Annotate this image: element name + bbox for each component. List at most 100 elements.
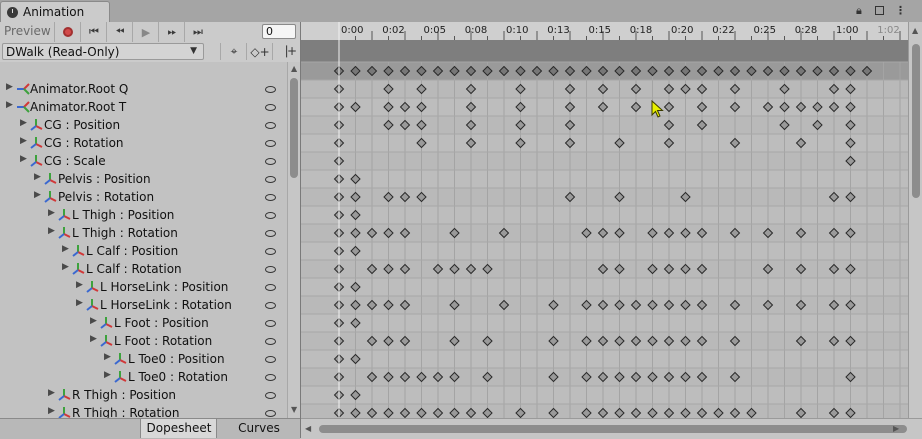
first-keyframe-button[interactable]: ⏮︎ <box>80 22 107 42</box>
eye-icon[interactable] <box>265 176 276 183</box>
expand-arrow-icon[interactable]: ▶ <box>20 136 27 146</box>
property-list-scrollbar[interactable]: ▲ ▼ <box>287 62 301 418</box>
property-row[interactable]: ▶ Animator.Root T <box>0 98 287 116</box>
scroll-down-icon[interactable]: ▼ <box>291 405 297 414</box>
next-keyframe-button[interactable]: ⏩︎ <box>158 22 185 42</box>
property-row[interactable]: ▶ L HorseLink : Position <box>0 278 287 296</box>
play-icon: ▶︎ <box>141 25 151 39</box>
eye-icon[interactable] <box>265 356 276 363</box>
ruler-label: 0:15 <box>589 25 611 36</box>
eye-icon[interactable] <box>265 230 276 237</box>
play-button[interactable]: ▶︎ <box>132 22 159 42</box>
expand-arrow-icon[interactable]: ▶ <box>104 370 111 380</box>
property-row[interactable]: ▶ Pelvis : Position <box>0 170 287 188</box>
dopesheet-vertical-scrollbar[interactable]: ▲ <box>908 22 922 418</box>
clip-dropdown[interactable]: DWalk (Read-Only) ▼ <box>2 43 204 60</box>
property-row[interactable]: ▶ CG : Rotation <box>0 134 287 152</box>
eye-icon[interactable] <box>265 302 276 309</box>
expand-arrow-icon[interactable]: ▶ <box>48 406 55 416</box>
eye-icon[interactable] <box>265 86 276 93</box>
record-button[interactable] <box>54 22 81 42</box>
property-row[interactable]: ▶ L Calf : Rotation <box>0 260 287 278</box>
scroll-up-icon[interactable]: ▲ <box>291 64 297 73</box>
tab-dopesheet[interactable]: Dopesheet <box>140 419 217 438</box>
property-row[interactable]: ▶ L Foot : Position <box>0 314 287 332</box>
property-row[interactable]: ▶ L Calf : Position <box>0 242 287 260</box>
expand-arrow-icon[interactable]: ▶ <box>76 280 83 290</box>
add-keyframe-button[interactable]: ◇+ <box>246 43 273 60</box>
lock-icon[interactable]: 🔒︎ <box>856 4 862 18</box>
clip-bar: DWalk (Read-Only) ▼ ⌖ ◇+ ⎹+ <box>0 42 300 63</box>
expand-arrow-icon[interactable]: ▶ <box>48 226 55 236</box>
vertical-scroll-thumb[interactable] <box>912 44 920 198</box>
scroll-up-icon[interactable]: ▲ <box>912 26 918 35</box>
add-event-button[interactable]: ⎹+ <box>272 43 299 60</box>
eye-icon[interactable] <box>265 248 276 255</box>
scroll-right-icon[interactable]: ▶ <box>893 424 899 433</box>
property-row[interactable]: ▶ CG : Position <box>0 116 287 134</box>
property-row[interactable]: ▶ L Toe0 : Position <box>0 350 287 368</box>
transform-icon <box>44 172 58 186</box>
tab-curves[interactable]: Curves <box>216 419 301 438</box>
transform-icon <box>114 370 128 384</box>
eye-icon[interactable] <box>265 212 276 219</box>
scroll-left-icon[interactable]: ◀ <box>305 424 311 433</box>
expand-arrow-icon[interactable]: ▶ <box>20 118 27 128</box>
more-options-icon[interactable]: ⋮ <box>895 4 906 17</box>
event-strip[interactable] <box>301 40 908 62</box>
eye-icon[interactable] <box>265 122 276 129</box>
eye-icon[interactable] <box>265 284 276 291</box>
expand-arrow-icon[interactable]: ▶ <box>62 262 69 272</box>
property-row[interactable]: ▶ R Thigh : Rotation <box>0 404 287 418</box>
expand-arrow-icon[interactable]: ▶ <box>90 334 97 344</box>
eye-icon[interactable] <box>265 410 276 417</box>
expand-arrow-icon[interactable]: ▶ <box>76 298 83 308</box>
expand-arrow-icon[interactable]: ▶ <box>48 388 55 398</box>
ruler-label: 0:20 <box>671 25 693 36</box>
expand-arrow-icon[interactable]: ▶ <box>90 316 97 326</box>
expand-arrow-icon[interactable]: ▶ <box>34 172 41 182</box>
expand-arrow-icon[interactable]: ▶ <box>48 208 55 218</box>
eye-icon[interactable] <box>265 338 276 345</box>
last-keyframe-button[interactable]: ⏭︎ <box>184 22 211 42</box>
property-row[interactable]: ▶ Pelvis : Rotation <box>0 188 287 206</box>
property-label: Animator.Root T <box>30 100 127 114</box>
transform-icon <box>58 226 72 240</box>
eye-icon[interactable] <box>265 320 276 327</box>
expand-arrow-icon[interactable]: ▶ <box>62 244 69 254</box>
property-row[interactable]: ▶ L Thigh : Rotation <box>0 224 287 242</box>
skip-end-icon: ⏭︎ <box>193 25 203 38</box>
preview-toggle[interactable]: Preview <box>4 24 51 38</box>
ruler-label: 0:00 <box>341 25 363 36</box>
expand-arrow-icon[interactable]: ▶ <box>34 190 41 200</box>
animation-tab[interactable]: Animation <box>0 1 110 23</box>
eye-icon[interactable] <box>265 374 276 381</box>
eye-icon[interactable] <box>265 266 276 273</box>
property-row[interactable]: ▶ L Thigh : Position <box>0 206 287 224</box>
property-row[interactable]: ▶ L Foot : Rotation <box>0 332 287 350</box>
clip-dropdown-label: DWalk (Read-Only) <box>6 45 120 59</box>
filter-by-selection-button[interactable]: ⌖ <box>220 43 247 60</box>
dopesheet-timeline[interactable]: 0:00 0:02 0:05 0:08 0:10 0:13 0:15 0:18 0:20 0:22… <box>301 22 908 418</box>
expand-arrow-icon[interactable]: ▶ <box>6 82 13 92</box>
eye-icon[interactable] <box>265 194 276 201</box>
prev-keyframe-button[interactable]: ⏪︎ <box>106 22 133 42</box>
property-row[interactable]: ▶ L HorseLink : Rotation <box>0 296 287 314</box>
property-row[interactable]: ▶ R Thigh : Position <box>0 386 287 404</box>
frame-field[interactable]: 0 <box>262 24 296 39</box>
property-row[interactable]: ▶ L Toe0 : Rotation <box>0 368 287 386</box>
expand-arrow-icon[interactable]: ▶ <box>104 352 111 362</box>
property-row[interactable]: ▶ Animator.Root Q <box>0 80 287 98</box>
transform-icon <box>30 154 44 168</box>
horizontal-scroll-thumb[interactable] <box>319 425 907 433</box>
maximize-icon[interactable] <box>875 6 884 15</box>
dopesheet-horizontal-scrollbar[interactable]: ◀ ▶ <box>301 418 922 439</box>
property-scroll-thumb[interactable] <box>290 78 298 178</box>
eye-icon[interactable] <box>265 158 276 165</box>
expand-arrow-icon[interactable]: ▶ <box>20 154 27 164</box>
eye-icon[interactable] <box>265 392 276 399</box>
expand-arrow-icon[interactable]: ▶ <box>6 100 13 110</box>
eye-icon[interactable] <box>265 104 276 111</box>
eye-icon[interactable] <box>265 140 276 147</box>
property-row[interactable]: ▶ CG : Scale <box>0 152 287 170</box>
